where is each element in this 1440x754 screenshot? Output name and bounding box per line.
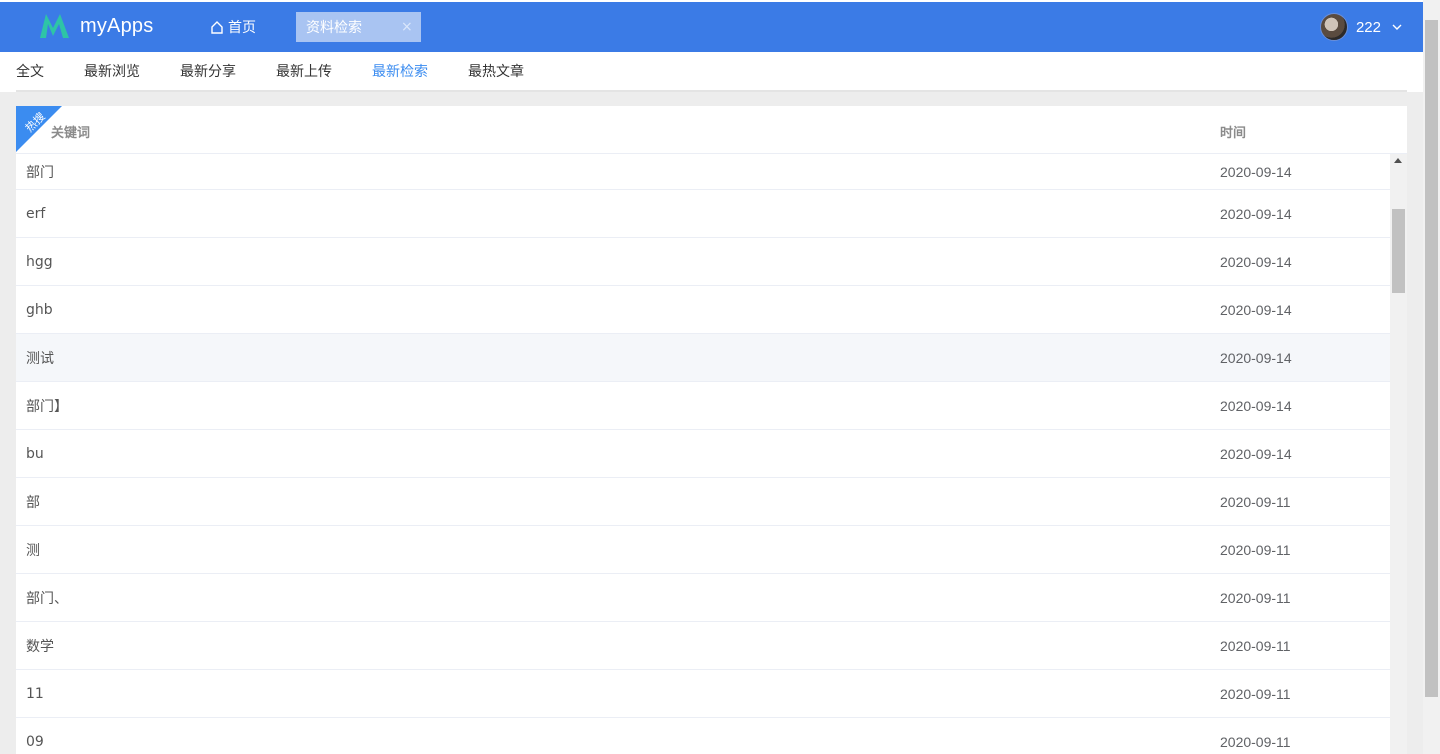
table-row[interactable]: 测试 2020-09-14 (16, 334, 1390, 382)
keyword-cell: bu (26, 445, 44, 462)
time-cell: 2020-09-11 (1220, 589, 1291, 606)
logo[interactable]: myApps (38, 11, 153, 41)
table-row[interactable]: hgg 2020-09-14 (16, 238, 1390, 286)
table-row[interactable]: 部门】 2020-09-14 (16, 382, 1390, 430)
time-cell: 2020-09-14 (1220, 205, 1292, 222)
close-icon[interactable]: × (401, 19, 413, 35)
subnav-item-hottest-articles[interactable]: 最热文章 (468, 52, 524, 92)
table-row[interactable]: 11 2020-09-11 (16, 670, 1390, 718)
table-body: 部门 2020-09-14 erf 2020-09-14 hgg 2020-09… (16, 154, 1390, 754)
user-menu[interactable]: 222 (1319, 12, 1403, 42)
table-row[interactable]: erf 2020-09-14 (16, 190, 1390, 238)
avatar (1319, 13, 1348, 41)
home-tab-label: 首页 (228, 20, 256, 36)
time-cell: 2020-09-14 (1220, 349, 1292, 366)
time-cell: 2020-09-14 (1220, 301, 1292, 318)
keyword-cell: 部门、 (26, 590, 68, 607)
keyword-cell: ghb (26, 301, 53, 318)
subnav-item-latest-shared[interactable]: 最新分享 (180, 52, 236, 92)
time-cell: 2020-09-11 (1220, 685, 1291, 702)
sub-nav: 全文 最新浏览 最新分享 最新上传 最新检索 最热文章 (0, 52, 1423, 92)
logo-text: myApps (80, 14, 154, 37)
keyword-cell: 11 (26, 685, 44, 702)
time-cell: 2020-09-14 (1220, 163, 1292, 180)
table-row[interactable]: 测 2020-09-11 (16, 526, 1390, 574)
table-row[interactable]: 部门、 2020-09-11 (16, 574, 1390, 622)
keyword-cell: 部门】 (26, 398, 68, 415)
keyword-cell: 数学 (26, 638, 54, 655)
subnav-item-fulltext[interactable]: 全文 (16, 52, 44, 92)
table-row[interactable]: 部门 2020-09-14 (16, 154, 1390, 190)
top-border (0, 0, 1423, 2)
chevron-down-icon (1392, 24, 1402, 30)
sub-nav-items: 全文 最新浏览 最新分享 最新上传 最新检索 最热文章 (16, 52, 564, 92)
time-cell: 2020-09-11 (1220, 637, 1291, 654)
keyword-cell: erf (26, 205, 46, 222)
scroll-up-arrow-icon[interactable] (1394, 158, 1402, 163)
keyword-cell: 测试 (26, 350, 54, 367)
table-row[interactable]: ghb 2020-09-14 (16, 286, 1390, 334)
time-cell: 2020-09-11 (1220, 733, 1291, 750)
subnav-item-latest-search[interactable]: 最新检索 (372, 52, 428, 92)
table-row[interactable]: bu 2020-09-14 (16, 430, 1390, 478)
table-row[interactable]: 部 2020-09-11 (16, 478, 1390, 526)
logo-m-icon (40, 14, 69, 38)
page-scrollbar[interactable] (1423, 0, 1440, 754)
keyword-cell: 部门 (26, 164, 54, 181)
tab-resource-search[interactable]: 资料检索 × (296, 12, 421, 42)
hot-search-ribbon: 热搜 (16, 106, 62, 152)
time-cell: 2020-09-11 (1220, 541, 1291, 558)
table-header: 关键词 时间 (16, 106, 1407, 154)
time-cell: 2020-09-14 (1220, 397, 1292, 414)
subnav-item-latest-viewed[interactable]: 最新浏览 (84, 52, 140, 92)
time-cell: 2020-09-14 (1220, 253, 1292, 270)
active-tab-label: 资料检索 (306, 20, 362, 36)
top-bar: myApps 首页 资料检索 × 222 (0, 0, 1423, 52)
home-icon (211, 21, 223, 34)
column-header-time[interactable]: 时间 (1220, 122, 1246, 141)
table-row[interactable]: 数学 2020-09-11 (16, 622, 1390, 670)
time-cell: 2020-09-11 (1220, 493, 1291, 510)
subnav-item-latest-uploaded[interactable]: 最新上传 (276, 52, 332, 92)
table-scrollbar-thumb[interactable] (1392, 209, 1405, 293)
keyword-cell: 测 (26, 542, 40, 559)
table-row[interactable]: 09 2020-09-11 (16, 718, 1390, 754)
username: 222 (1355, 18, 1381, 36)
keyword-cell: hgg (26, 253, 53, 270)
keyword-cell: 部 (26, 494, 40, 511)
keyword-cell: 09 (26, 733, 44, 750)
home-tab[interactable]: 首页 (210, 16, 256, 38)
app: myApps 首页 资料检索 × 222 全文 最新浏览 最新分享 最新上传 最 (0, 0, 1440, 754)
table-scrollbar[interactable] (1390, 154, 1407, 754)
page-scrollbar-thumb[interactable] (1425, 20, 1438, 697)
time-cell: 2020-09-14 (1220, 445, 1292, 462)
